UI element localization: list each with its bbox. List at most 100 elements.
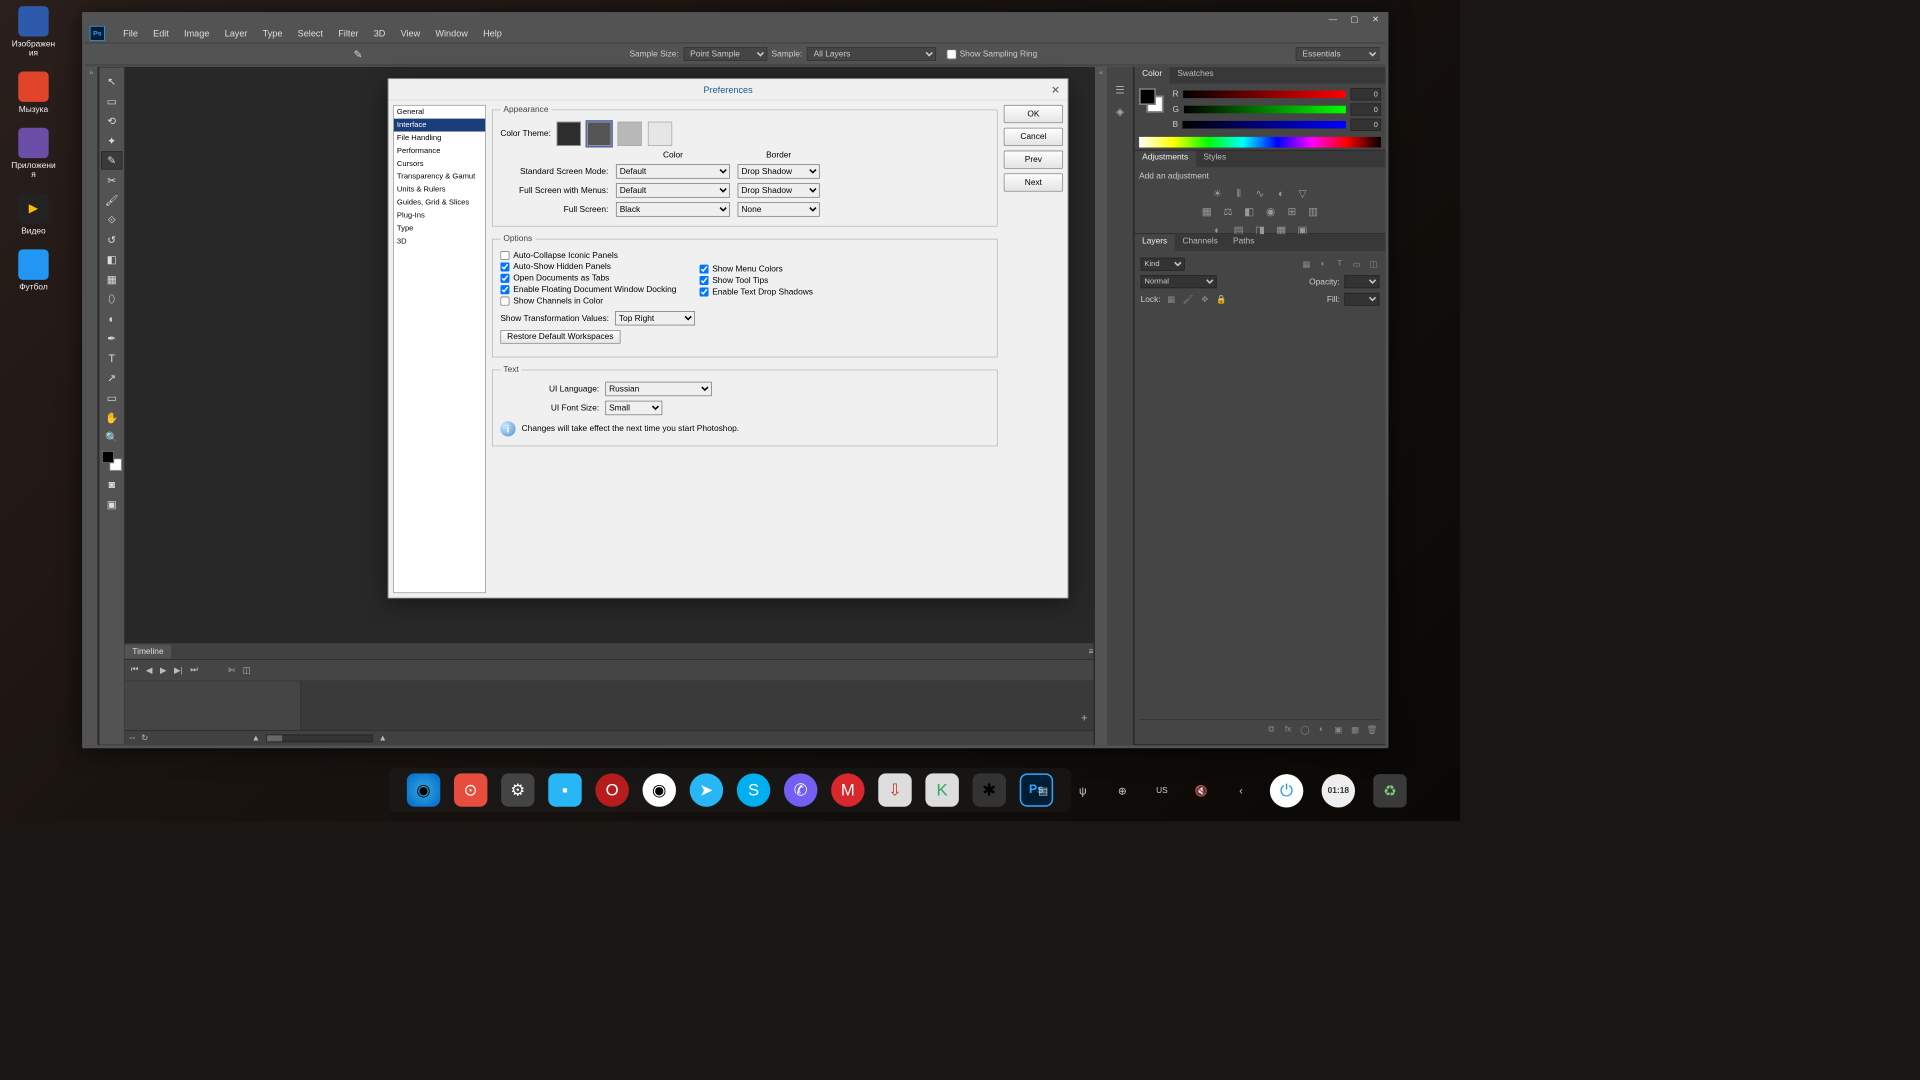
adj-exposure-icon[interactable]: ◐ bbox=[1274, 187, 1288, 201]
adj-brightness-icon[interactable]: ☀ bbox=[1211, 187, 1225, 201]
full-border-select[interactable]: None bbox=[738, 202, 820, 216]
theme-light1[interactable] bbox=[618, 122, 642, 146]
desktop-icon-music[interactable]: Мызука bbox=[11, 71, 57, 114]
marquee-tool[interactable]: ▭ bbox=[101, 92, 122, 110]
move-tool[interactable]: ↖ bbox=[101, 72, 122, 90]
tab-swatches[interactable]: Swatches bbox=[1170, 67, 1221, 84]
dodge-tool[interactable]: ◐ bbox=[101, 309, 122, 327]
timeline-last-icon[interactable]: ⏭ bbox=[190, 665, 198, 675]
chk-tooltips[interactable] bbox=[699, 276, 708, 285]
slider-b[interactable] bbox=[1183, 121, 1346, 129]
dock-viber-icon[interactable]: ✆ bbox=[784, 773, 817, 806]
trans-values-select[interactable]: Top Right bbox=[615, 311, 695, 325]
sample-select[interactable]: All Layers bbox=[807, 47, 936, 61]
desktop-icon-video[interactable]: ▶Видео bbox=[11, 193, 57, 236]
adj-curves-icon[interactable]: ∿ bbox=[1253, 187, 1267, 201]
color-fg-bg[interactable] bbox=[1139, 88, 1163, 112]
chk-auto-show[interactable] bbox=[500, 262, 509, 271]
ui-language-select[interactable]: Russian bbox=[605, 382, 711, 396]
nav-transparency[interactable]: Transparency & Gamut bbox=[394, 170, 485, 183]
left-dock-collapse[interactable]: » bbox=[85, 67, 97, 745]
chk-floating[interactable] bbox=[500, 285, 509, 294]
input-r[interactable] bbox=[1350, 88, 1380, 100]
hand-tool[interactable]: ✋ bbox=[101, 408, 122, 426]
timeline-cut-icon[interactable]: ✄ bbox=[228, 665, 235, 675]
tray-language[interactable]: US bbox=[1151, 780, 1172, 801]
maximize-button[interactable]: ▢ bbox=[1346, 14, 1363, 25]
menu-3d[interactable]: 3D bbox=[366, 27, 393, 41]
menu-window[interactable]: Window bbox=[428, 27, 476, 41]
lasso-tool[interactable]: ⟲ bbox=[101, 112, 122, 130]
next-button[interactable]: Next bbox=[1004, 173, 1063, 191]
nav-guides[interactable]: Guides, Grid & Slices bbox=[394, 196, 485, 209]
preferences-close-icon[interactable]: ✕ bbox=[1051, 84, 1060, 97]
tab-color[interactable]: Color bbox=[1135, 67, 1170, 84]
input-b[interactable] bbox=[1350, 119, 1380, 131]
ok-button[interactable]: OK bbox=[1004, 105, 1063, 123]
quickmask-tool[interactable]: ◙ bbox=[101, 475, 122, 493]
blur-tool[interactable]: ⬯ bbox=[101, 290, 122, 308]
shape-tool[interactable]: ▭ bbox=[101, 389, 122, 407]
fg-bg-colors[interactable] bbox=[102, 451, 122, 471]
timeline-next-icon[interactable]: ▶| bbox=[174, 665, 183, 675]
theme-dark1[interactable] bbox=[557, 122, 581, 146]
tab-layers[interactable]: Layers bbox=[1135, 234, 1175, 251]
dock-skype-icon[interactable]: S bbox=[737, 773, 770, 806]
prev-button[interactable]: Prev bbox=[1004, 151, 1063, 169]
chk-auto-collapse[interactable] bbox=[500, 251, 509, 260]
timeline-prev-icon[interactable]: ◀ bbox=[146, 665, 152, 675]
filter-adj-icon[interactable]: ◐ bbox=[1317, 259, 1329, 270]
fx-icon[interactable]: fx bbox=[1282, 725, 1294, 736]
layers-kind-select[interactable]: Kind bbox=[1141, 258, 1185, 271]
pen-tool[interactable]: ✒ bbox=[101, 329, 122, 347]
filter-shape-icon[interactable]: ▭ bbox=[1350, 259, 1362, 270]
group-icon[interactable]: ▣ bbox=[1332, 725, 1344, 736]
menu-layer[interactable]: Layer bbox=[217, 27, 255, 41]
nav-interface[interactable]: Interface bbox=[394, 119, 485, 132]
timeline-first-icon[interactable]: ⏮ bbox=[131, 665, 139, 675]
nav-units[interactable]: Units & Rulers bbox=[394, 183, 485, 196]
tray-trash-icon[interactable]: ♻ bbox=[1373, 774, 1406, 807]
lock-pixel-icon[interactable]: 🖌 bbox=[1182, 294, 1194, 305]
wand-tool[interactable]: ✦ bbox=[101, 132, 122, 150]
link-layers-icon[interactable]: ⧉ bbox=[1265, 725, 1277, 736]
dock-chrome-icon[interactable]: ◉ bbox=[643, 773, 676, 806]
filter-pixel-icon[interactable]: ▦ bbox=[1300, 259, 1312, 270]
timeline-tab[interactable]: Timeline bbox=[125, 644, 172, 658]
adj-bw-icon[interactable]: ◧ bbox=[1242, 205, 1256, 219]
std-border-select[interactable]: Drop Shadow bbox=[738, 164, 820, 178]
lock-pos-icon[interactable]: ✥ bbox=[1199, 294, 1211, 305]
stamp-tool[interactable]: ⟐ bbox=[101, 211, 122, 229]
screenmode-tool[interactable]: ▣ bbox=[101, 495, 122, 513]
crop-tool[interactable]: ✂ bbox=[101, 171, 122, 189]
dock-screenshot-icon[interactable]: ⊙ bbox=[454, 773, 487, 806]
dock-launcher-icon[interactable]: ◉ bbox=[407, 773, 440, 806]
adj-balance-icon[interactable]: ⚖ bbox=[1221, 205, 1235, 219]
nav-general[interactable]: General bbox=[394, 106, 485, 119]
adj-mixer-icon[interactable]: ⊞ bbox=[1285, 205, 1299, 219]
timeline-tracks[interactable]: + bbox=[301, 681, 1093, 730]
adj-photo-icon[interactable]: ◉ bbox=[1264, 205, 1278, 219]
zoom-tool[interactable]: 🔍 bbox=[101, 428, 122, 446]
slider-r[interactable] bbox=[1183, 90, 1346, 98]
theme-dark2[interactable] bbox=[587, 122, 611, 146]
dock-slack-icon[interactable]: ✱ bbox=[973, 773, 1006, 806]
menus-color-select[interactable]: Default bbox=[616, 183, 730, 197]
menu-filter[interactable]: Filter bbox=[331, 27, 366, 41]
tray-prev-icon[interactable]: ‹ bbox=[1230, 780, 1251, 801]
dock-settings-icon[interactable]: ⚙ bbox=[501, 773, 534, 806]
timeline-zoom-slider-min-icon[interactable]: ▲ bbox=[252, 733, 260, 742]
nav-plugins[interactable]: Plug-Ins bbox=[394, 209, 485, 222]
eyedropper-tool[interactable]: ✎ bbox=[101, 151, 122, 169]
ui-font-select[interactable]: Small bbox=[605, 401, 662, 415]
nav-cursors[interactable]: Cursors bbox=[394, 157, 485, 170]
tab-paths[interactable]: Paths bbox=[1225, 234, 1262, 251]
tray-usb-icon[interactable]: ψ bbox=[1072, 780, 1093, 801]
timeline-zoom-out-icon[interactable]: ◦◦ bbox=[129, 733, 135, 742]
menu-file[interactable]: File bbox=[116, 27, 146, 41]
tray-clock[interactable]: 01:18 bbox=[1322, 774, 1355, 807]
menu-help[interactable]: Help bbox=[475, 27, 509, 41]
nav-type[interactable]: Type bbox=[394, 222, 485, 235]
chk-menu-colors[interactable] bbox=[699, 265, 708, 274]
dock-transmission-icon[interactable]: ⇩ bbox=[878, 773, 911, 806]
